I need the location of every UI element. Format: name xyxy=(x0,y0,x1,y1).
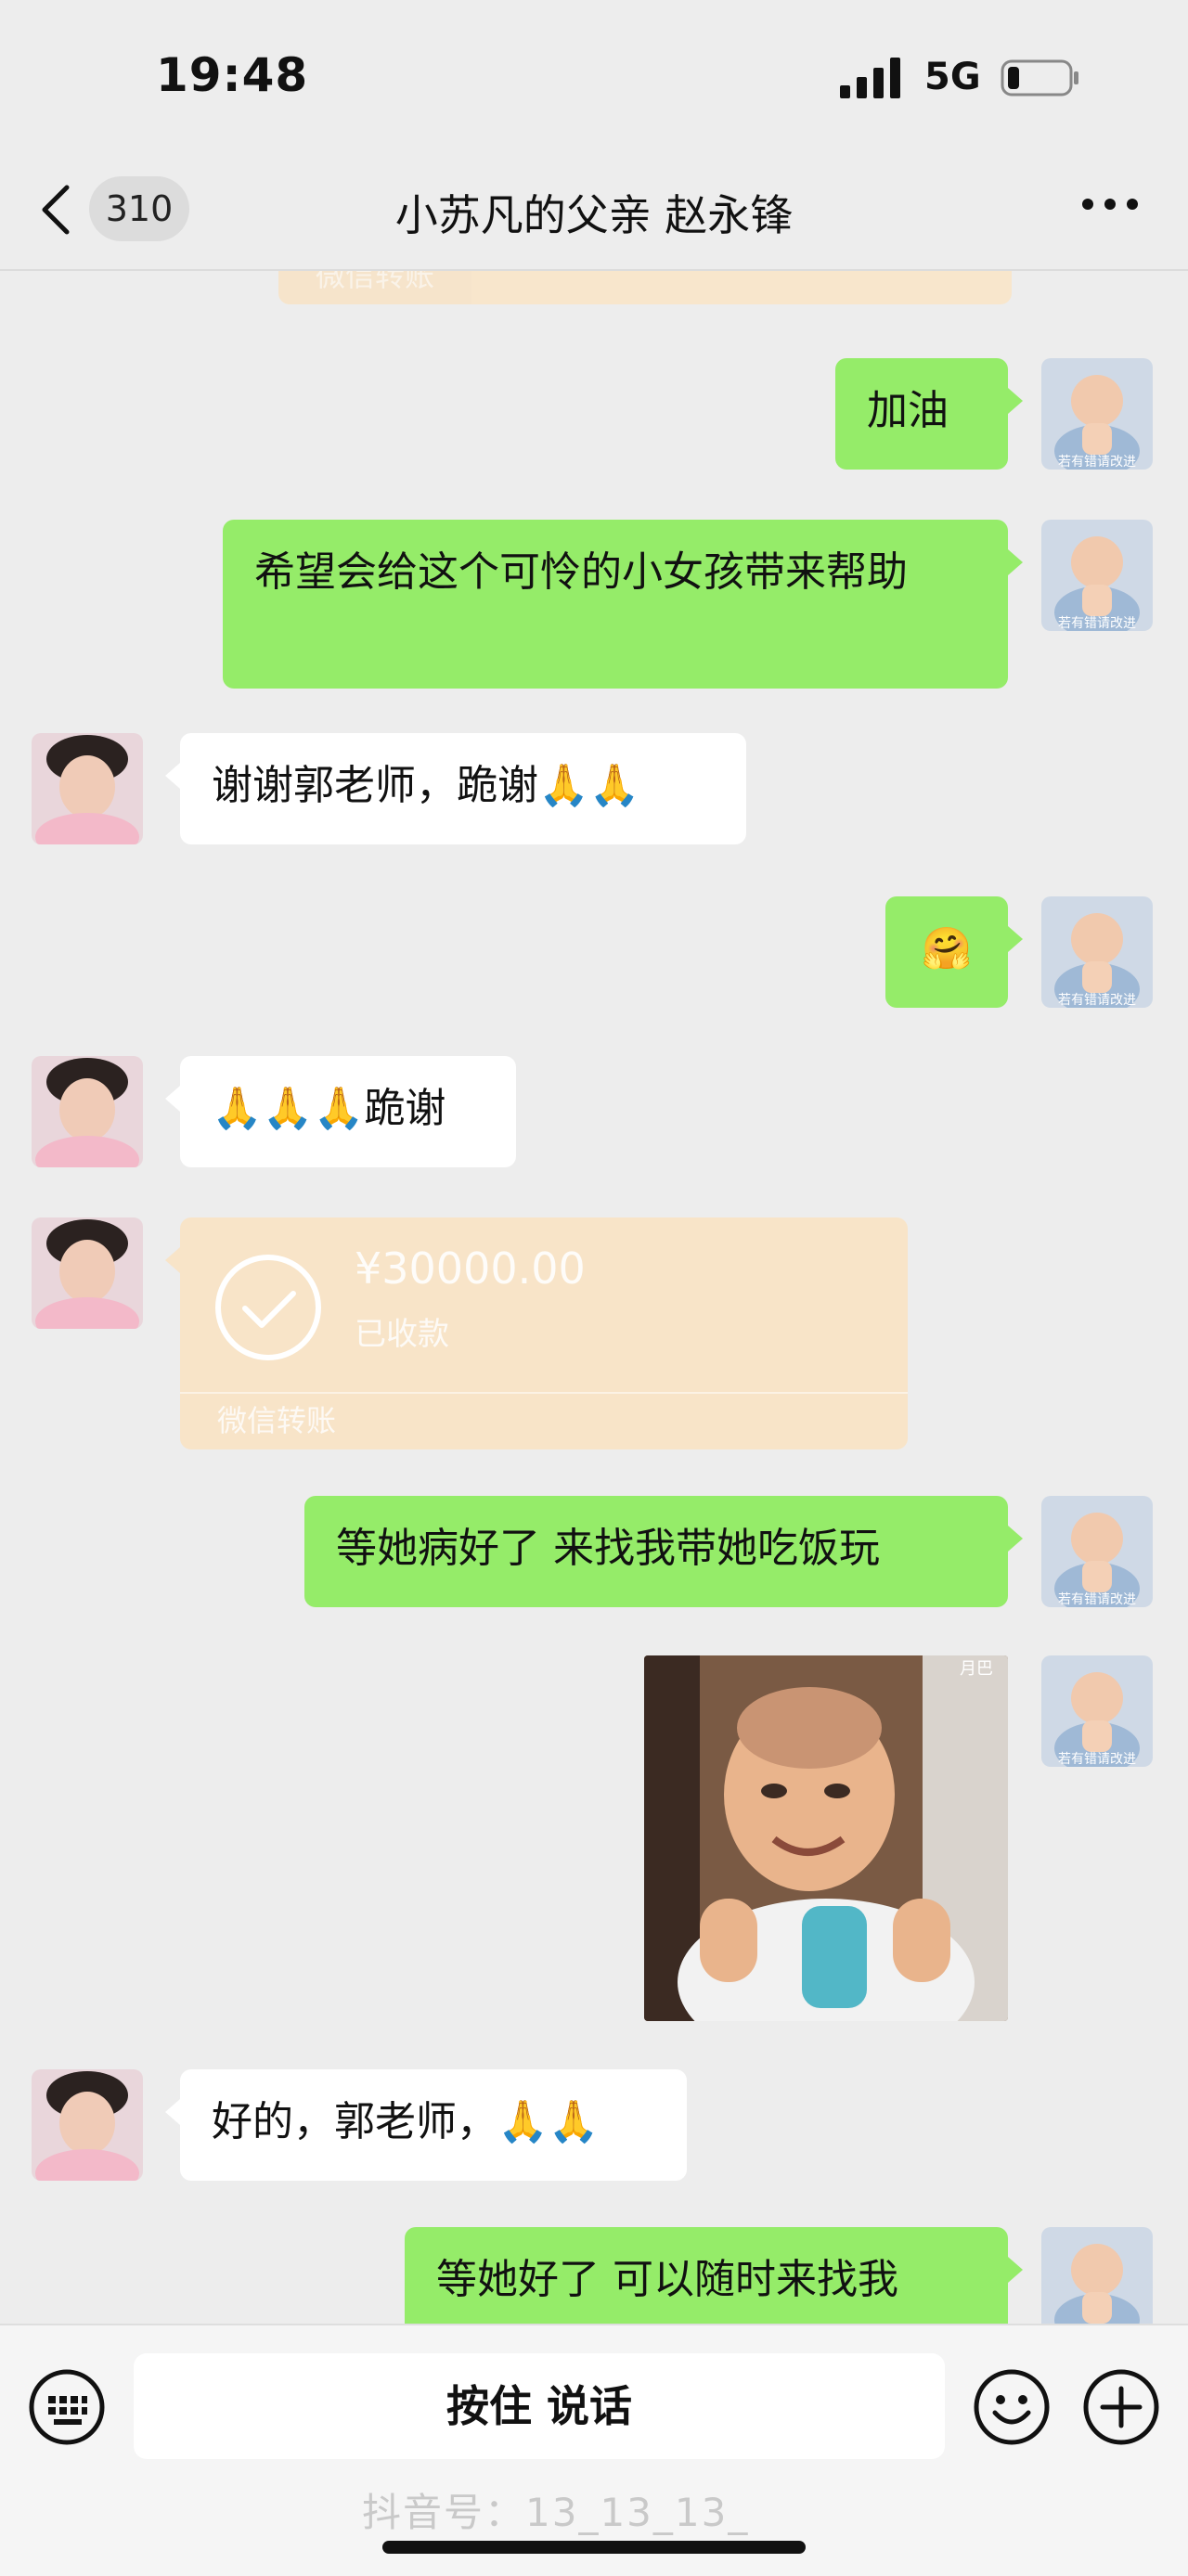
avatar-contact[interactable] xyxy=(32,1217,143,1329)
avatar-caption: 若有错请改进 xyxy=(1058,455,1136,470)
plus-icon[interactable] xyxy=(1082,2368,1160,2446)
message-text: 等她好了 可以随时来找我 xyxy=(436,2256,898,2303)
message-bubble-sent[interactable]: 等她病好了 来找我带她吃饭玩 xyxy=(304,1496,1008,1607)
message-bubble-sent[interactable]: 🤗 xyxy=(885,896,1008,1008)
bubble-tail xyxy=(165,2099,180,2125)
avatar-caption: 若有错请改进 xyxy=(1058,1592,1136,1607)
check-circle-icon xyxy=(215,1255,321,1360)
transfer-card-partial[interactable]: 微信转账 xyxy=(278,271,1012,304)
message-text: 好的，郭老师，🙏🙏 xyxy=(212,2098,600,2145)
status-bar: 19:48 5G xyxy=(0,0,1188,148)
bubble-tail xyxy=(1008,1526,1023,1552)
status-time: 19:48 xyxy=(156,48,309,102)
avatar-contact[interactable] xyxy=(32,733,143,844)
avatar-self[interactable]: 若有错请改进 xyxy=(1041,1655,1153,1767)
watermark-text: 抖音号：13_13_13_ xyxy=(362,2490,750,2535)
avatar-caption: 若有错请改进 xyxy=(1058,993,1136,1008)
avatar-caption: 若有错请改进 xyxy=(1058,616,1136,631)
chat-title: 小苏凡的父亲 赵永锋 xyxy=(394,190,794,240)
bubble-tail xyxy=(165,763,180,789)
keyboard-icon[interactable] xyxy=(28,2368,106,2446)
bubble-tail xyxy=(165,1086,180,1112)
emoji-icon[interactable] xyxy=(973,2368,1051,2446)
bubble-tail xyxy=(1008,926,1023,952)
avatar-self[interactable] xyxy=(1041,2227,1153,2324)
transfer-amount: ¥30000.00 xyxy=(355,1243,586,1294)
avatar-self[interactable]: 若有错请改进 xyxy=(1041,358,1153,470)
message-text: 希望会给这个可怜的小女孩带来帮助 xyxy=(254,548,908,596)
bubble-tail xyxy=(1008,2257,1023,2283)
message-text: 🙏🙏🙏跪谢 xyxy=(212,1085,446,1132)
sticker-image[interactable]: 月巴 xyxy=(644,1655,1008,2021)
avatar-contact[interactable] xyxy=(32,1056,143,1167)
message-bubble-received[interactable]: 🙏🙏🙏跪谢 xyxy=(180,1056,516,1167)
signal-icon xyxy=(840,58,900,98)
avatar-caption: 若有错请改进 xyxy=(1058,1752,1136,1767)
avatar-contact[interactable] xyxy=(32,2069,143,2181)
sticker-corner-mark: 月巴 xyxy=(960,1659,993,1679)
bubble-tail xyxy=(165,1247,180,1273)
transfer-divider xyxy=(180,1392,908,1394)
message-text: 加油 xyxy=(867,387,949,434)
network-type: 5G xyxy=(924,56,981,98)
message-emoji: 🤗 xyxy=(921,925,973,972)
avatar-self[interactable]: 若有错请改进 xyxy=(1041,1496,1153,1607)
transfer-label: 微信转账 xyxy=(316,271,435,293)
avatar-self[interactable]: 若有错请改进 xyxy=(1041,896,1153,1008)
message-list[interactable]: 微信转账 加油 若有错请改进 希望会给这个可怜的小女孩带来帮助 若有错请改进 谢… xyxy=(0,271,1188,2324)
message-bubble-sent[interactable]: 希望会给这个可怜的小女孩带来帮助 xyxy=(223,520,1008,689)
transfer-status: 已收款 xyxy=(355,1316,449,1353)
avatar-self[interactable]: 若有错请改进 xyxy=(1041,520,1153,631)
message-bubble-received[interactable]: 谢谢郭老师，跪谢🙏🙏 xyxy=(180,733,746,844)
battery-icon xyxy=(1001,59,1078,97)
more-icon[interactable] xyxy=(1077,186,1143,223)
hold-to-talk-button[interactable]: 按住 说话 xyxy=(134,2353,945,2459)
bubble-tail xyxy=(1008,388,1023,414)
home-indicator[interactable] xyxy=(382,2541,806,2554)
input-bar: 按住 说话 抖音号：13_13_13_ xyxy=(0,2324,1188,2576)
transfer-label: 微信转账 xyxy=(217,1403,337,1438)
message-text: 谢谢郭老师，跪谢🙏🙏 xyxy=(212,762,640,809)
message-bubble-received[interactable]: 好的，郭老师，🙏🙏 xyxy=(180,2069,687,2181)
bubble-tail xyxy=(1008,549,1023,575)
message-bubble-sent[interactable]: 等她好了 可以随时来找我 xyxy=(405,2227,1008,2324)
transfer-card[interactable]: ¥30000.00 已收款 微信转账 xyxy=(180,1217,908,1449)
message-bubble-sent[interactable]: 加油 xyxy=(835,358,1008,470)
message-text: 等她病好了 来找我带她吃饭玩 xyxy=(336,1525,880,1572)
chat-header: 310 小苏凡的父亲 赵永锋 xyxy=(0,148,1188,271)
